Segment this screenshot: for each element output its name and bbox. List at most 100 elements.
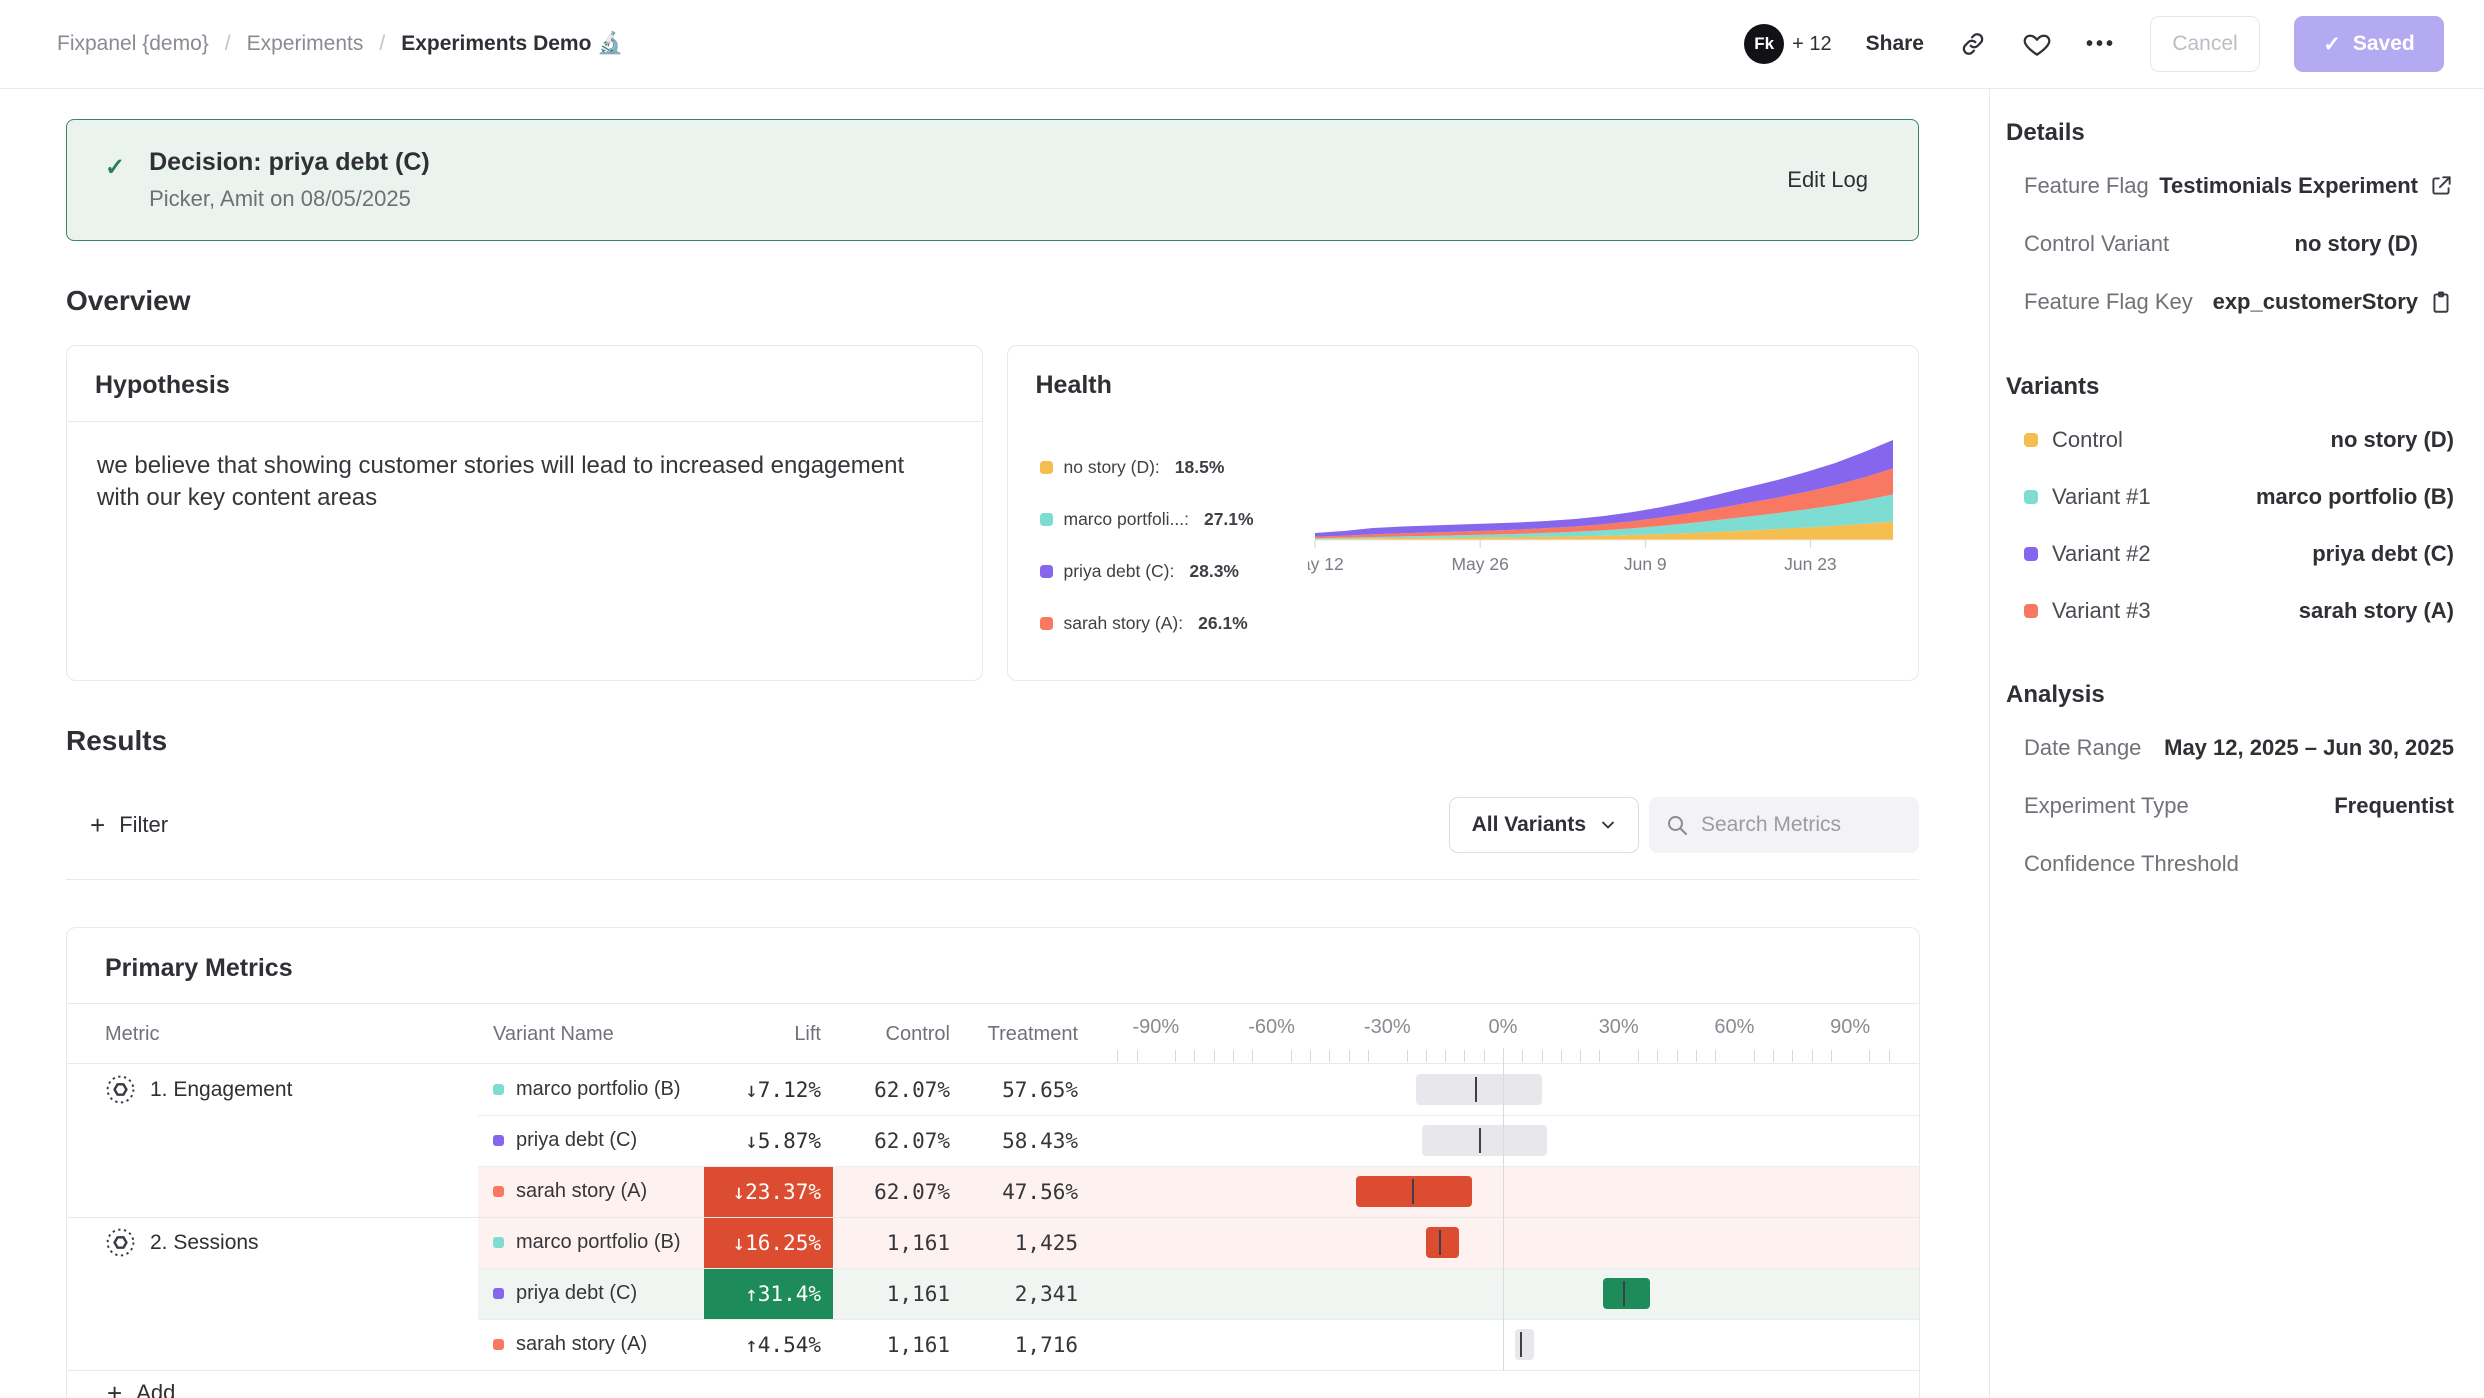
legend-swatch — [1040, 513, 1053, 526]
metric-name: 2. Sessions — [150, 1231, 259, 1255]
external-link-icon[interactable] — [2428, 173, 2454, 199]
confidence-interval-bar — [1426, 1227, 1459, 1258]
legend-item: no story (D):18.5% — [1040, 457, 1308, 478]
confidence-interval-cell — [1091, 1319, 1919, 1370]
legend-item: priya debt (C):28.3% — [1040, 561, 1308, 582]
treatment-value: 1,716 — [956, 1319, 1091, 1370]
variant-row-control: Control no story (D) — [2006, 411, 2454, 468]
legend-swatch — [1040, 565, 1053, 578]
search-metrics-input[interactable] — [1701, 813, 1901, 837]
lift-value: ↓23.37% — [704, 1166, 833, 1217]
breadcrumb-separator: / — [379, 32, 385, 56]
lift-axis: -90%-60%-30%0%30%60%90% — [1091, 1004, 1919, 1064]
svg-text:Jun 9: Jun 9 — [1623, 554, 1666, 574]
treatment-value: 47.56% — [956, 1166, 1091, 1217]
copy-link-icon[interactable] — [1958, 29, 1988, 59]
lift-value: ↑4.54% — [704, 1319, 833, 1370]
health-card: Health no story (D):18.5% marco portfoli… — [1007, 345, 1920, 681]
top-bar: Fixpanel {demo} / Experiments / Experime… — [0, 0, 2484, 89]
details-heading: Details — [2006, 119, 2454, 147]
avatar[interactable]: Fk — [1744, 24, 1784, 64]
lift-value: ↓16.25% — [704, 1217, 833, 1268]
divider — [66, 879, 1919, 880]
decision-subtitle: Picker, Amit on 08/05/2025 — [149, 186, 430, 212]
lift-value: ↑31.4% — [704, 1268, 833, 1319]
treatment-value: 2,341 — [956, 1268, 1091, 1319]
main-content: ✓ Decision: priya debt (C) Picker, Amit … — [0, 89, 1990, 1398]
detail-row-feature-flag: Feature Flag Testimonials Experiment — [2006, 157, 2454, 215]
control-value: 62.07% — [833, 1064, 956, 1115]
add-metric-button[interactable]: + Add — [67, 1370, 1919, 1398]
health-stacked-area-chart: May 12May 26Jun 9Jun 23 — [1308, 435, 1900, 585]
variant-row-3: Variant #3 sarah story (A) — [2006, 582, 2454, 639]
variant-row-2: Variant #2 priya debt (C) — [2006, 525, 2454, 582]
table-row[interactable]: sarah story (A) ↑4.54% 1,161 1,716 — [67, 1319, 1919, 1370]
treatment-value: 58.43% — [956, 1115, 1091, 1166]
detail-row-control-variant: Control Variant no story (D) — [2006, 215, 2454, 273]
detail-row-feature-flag-key: Feature Flag Key exp_customerStory — [2006, 273, 2454, 331]
feature-flag-link[interactable]: Testimonials Experiment — [2159, 173, 2418, 199]
more-options-button[interactable]: ••• — [2086, 33, 2116, 56]
metric-name: 1. Engagement — [150, 1078, 292, 1102]
favorite-heart-icon[interactable] — [2022, 29, 2052, 59]
treatment-value: 1,425 — [956, 1217, 1091, 1268]
collaborators-group[interactable]: Fk + 12 — [1744, 24, 1831, 64]
legend-item: marco portfoli...:27.1% — [1040, 509, 1308, 530]
svg-text:May 12: May 12 — [1308, 554, 1344, 574]
breadcrumb-current-page: Experiments Demo 🔬 — [401, 32, 623, 56]
table-row[interactable]: priya debt (C) ↑31.4% 1,161 2,341 — [67, 1268, 1919, 1319]
lift-value: ↓7.12% — [704, 1064, 833, 1115]
edit-log-button[interactable]: Edit Log — [1787, 167, 1868, 193]
copy-icon[interactable] — [2428, 289, 2454, 315]
estimate-marker — [1520, 1332, 1522, 1357]
breadcrumb-experiments[interactable]: Experiments — [247, 32, 364, 56]
breadcrumb-project[interactable]: Fixpanel {demo} — [57, 32, 209, 56]
overview-heading: Overview — [66, 285, 1919, 317]
variant-color-swatch — [2024, 547, 2038, 561]
table-row[interactable]: 1. Engagement marco portfolio (B) ↓7.12%… — [67, 1064, 1919, 1115]
breadcrumb: Fixpanel {demo} / Experiments / Experime… — [57, 32, 623, 56]
lift-value: ↓5.87% — [704, 1115, 833, 1166]
estimate-marker — [1479, 1128, 1481, 1153]
control-value: 62.07% — [833, 1166, 956, 1217]
estimate-marker — [1439, 1230, 1441, 1255]
control-value: 62.07% — [833, 1115, 956, 1166]
estimate-marker — [1623, 1281, 1625, 1306]
table-row[interactable]: 2. Sessions marco portfolio (B) ↓16.25% … — [67, 1217, 1919, 1268]
table-row[interactable]: sarah story (A) ↓23.37% 62.07% 47.56% — [67, 1166, 1919, 1217]
variant-color-swatch — [2024, 604, 2038, 618]
primary-metrics-title: Primary Metrics — [67, 928, 1919, 1004]
control-value: 1,161 — [833, 1217, 956, 1268]
results-heading: Results — [66, 725, 1919, 757]
add-filter-button[interactable]: + Filter — [90, 812, 168, 838]
analysis-heading: Analysis — [2006, 681, 2454, 709]
cancel-button[interactable]: Cancel — [2150, 16, 2260, 72]
table-header: Metric Variant Name Lift Control Treatme… — [67, 1004, 1919, 1064]
variant-row-1: Variant #1 marco portfolio (B) — [2006, 468, 2454, 525]
share-button[interactable]: Share — [1866, 32, 1924, 56]
search-metrics-box[interactable] — [1649, 797, 1919, 853]
variants-dropdown[interactable]: All Variants — [1449, 797, 1639, 853]
estimate-marker — [1412, 1179, 1414, 1204]
confidence-interval-bar — [1515, 1329, 1534, 1360]
metric-icon — [105, 1074, 136, 1105]
collaborator-count: + 12 — [1792, 33, 1831, 56]
variants-heading: Variants — [2006, 373, 2454, 401]
variant-color-dot — [493, 1339, 504, 1350]
decision-title: Decision: priya debt (C) — [149, 148, 430, 177]
variant-color-dot — [493, 1288, 504, 1299]
plus-icon: + — [107, 1380, 122, 1398]
variant-color-dot — [493, 1237, 504, 1248]
table-row[interactable]: priya debt (C) ↓5.87% 62.07% 58.43% — [67, 1115, 1919, 1166]
legend-item: sarah story (A):26.1% — [1040, 613, 1308, 634]
variant-color-dot — [493, 1135, 504, 1146]
hypothesis-card: Hypothesis we believe that showing custo… — [66, 345, 983, 681]
saved-button[interactable]: ✓ Saved — [2294, 16, 2444, 72]
confidence-interval-bar — [1603, 1278, 1649, 1309]
legend-swatch — [1040, 617, 1053, 630]
primary-metrics-card: Primary Metrics Metric Variant Name Lift… — [66, 927, 1920, 1398]
breadcrumb-separator: / — [225, 32, 231, 56]
confidence-interval-cell — [1091, 1064, 1919, 1115]
confidence-interval-bar — [1356, 1176, 1472, 1207]
variant-color-dot — [493, 1186, 504, 1197]
